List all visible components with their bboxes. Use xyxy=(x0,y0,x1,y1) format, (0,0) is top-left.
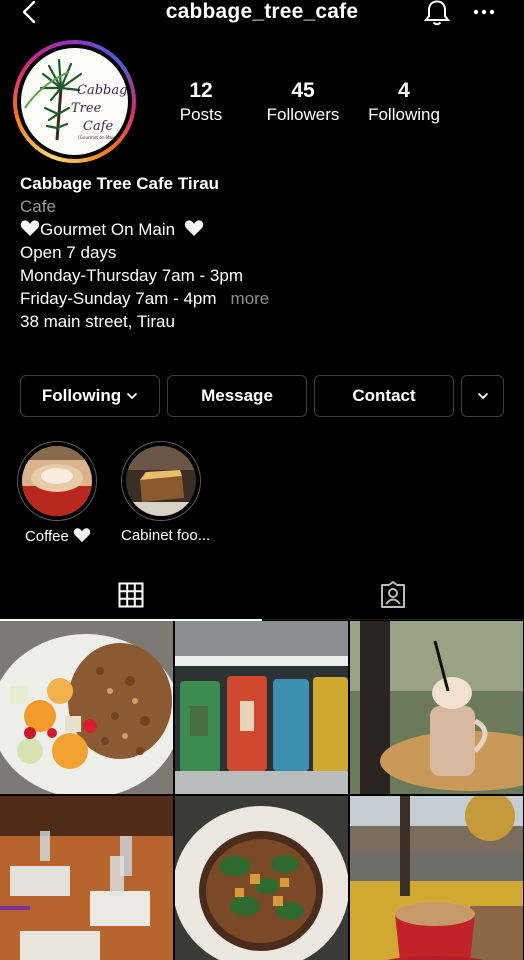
following-button-label: Following xyxy=(41,386,122,405)
posts-count: 12 xyxy=(189,79,213,102)
highlight-label: Cabinet foo... xyxy=(121,527,211,544)
bio-more-link[interactable]: more xyxy=(231,289,270,308)
svg-text:Tree: Tree xyxy=(71,101,102,116)
message-button[interactable]: Message xyxy=(167,375,307,417)
post-thumbnail-granola[interactable] xyxy=(0,621,173,794)
post-thumbnail-drinks-fridge[interactable] xyxy=(175,621,348,794)
svg-text:Cabbage: Cabbage xyxy=(77,83,128,98)
cafe-logo: Cabbage Tree Cafe (Gourmet on Main) xyxy=(21,48,128,155)
profile-category: Cafe xyxy=(20,197,56,216)
chevron-down-icon xyxy=(477,392,488,400)
bio-line-with-more: Friday-Sunday 7am - 4pm more xyxy=(20,287,510,310)
highlight-cabinet-food[interactable]: Cabinet foo... xyxy=(121,441,211,544)
more-horizontal-icon[interactable] xyxy=(472,2,496,22)
post-thumbnail-salad[interactable] xyxy=(175,796,348,960)
profile-bio: Cabbage Tree Cafe Tirau Cafe Gourmet On … xyxy=(20,172,510,333)
highlight-ring xyxy=(17,441,97,521)
white-heart-icon xyxy=(184,220,204,236)
top-bar: cabbage_tree_cafe xyxy=(0,0,524,28)
following-label: Following xyxy=(368,105,440,124)
following-count: 4 xyxy=(398,79,410,102)
white-heart-icon xyxy=(73,528,91,543)
tab-tagged[interactable] xyxy=(262,570,524,620)
contact-button[interactable]: Contact xyxy=(314,375,454,417)
bio-address: 38 main street, Tirau xyxy=(20,312,175,331)
profile-name: Cabbage Tree Cafe Tirau xyxy=(20,174,220,193)
post-thumbnail-iced-chocolate[interactable] xyxy=(350,621,523,794)
bio-line: Friday-Sunday 7am - 4pm xyxy=(20,289,217,308)
svg-text:(Gourmet on Main): (Gourmet on Main) xyxy=(78,135,118,140)
grid-icon xyxy=(118,582,144,608)
svg-text:Cafe: Cafe xyxy=(83,119,114,134)
bio-line: Monday-Thursday 7am - 3pm xyxy=(20,266,243,285)
white-heart-icon xyxy=(20,220,40,236)
stat-posts[interactable]: 12 Posts xyxy=(170,79,232,126)
tab-posts-grid[interactable] xyxy=(0,570,262,621)
post-thumbnail-coffee-street[interactable] xyxy=(350,796,523,960)
highlight-ring xyxy=(121,441,201,521)
post-thumbnail-dining-table[interactable] xyxy=(0,796,173,960)
posts-label: Posts xyxy=(179,105,223,124)
highlight-label: Coffee xyxy=(17,527,99,545)
chevron-down-icon xyxy=(127,392,138,400)
stat-following[interactable]: 4 Following xyxy=(362,79,446,126)
bell-icon[interactable] xyxy=(423,0,451,26)
profile-avatar[interactable]: Cabbage Tree Cafe (Gourmet on Main) xyxy=(13,40,136,163)
coffee-highlight-image xyxy=(22,446,92,516)
cabinet-food-highlight-image xyxy=(126,446,196,516)
suggested-accounts-button[interactable] xyxy=(461,375,504,417)
tagged-user-icon xyxy=(381,581,405,608)
following-button[interactable]: Following xyxy=(20,375,160,417)
profile-tabs xyxy=(0,570,524,621)
bio-line: Open 7 days xyxy=(20,243,117,262)
stat-followers[interactable]: 45 Followers xyxy=(260,79,346,126)
bio-tagline: Gourmet On Main xyxy=(40,220,176,239)
bio-tagline-line: Gourmet On Main xyxy=(20,218,510,241)
followers-label: Followers xyxy=(266,105,340,124)
highlight-coffee[interactable]: Coffee xyxy=(17,441,99,545)
followers-count: 45 xyxy=(291,79,315,102)
